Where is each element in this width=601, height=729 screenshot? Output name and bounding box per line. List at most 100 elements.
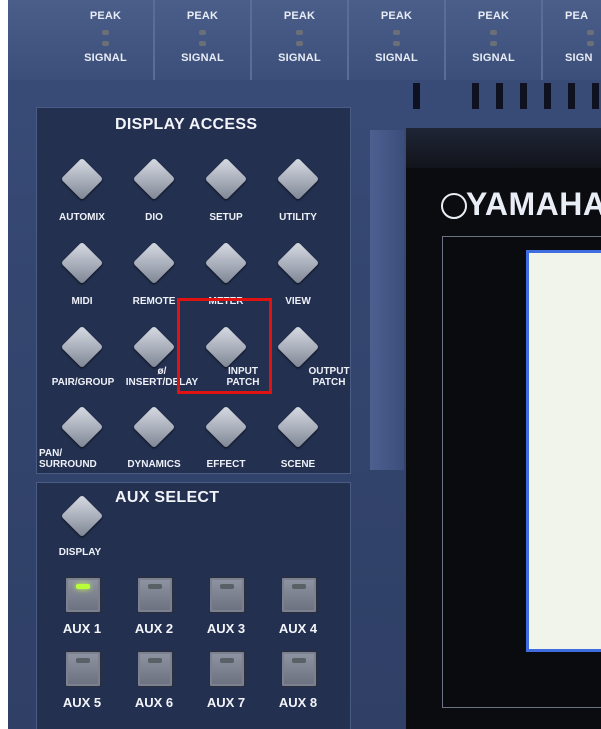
signal-led [587,41,594,46]
peak-label: PEAK [380,10,413,22]
dynamics-label: DYNAMICS [127,459,181,470]
aux-3-label: AUX 3 [206,621,246,636]
highlight-box [177,298,272,394]
peak-label: PEAK [186,10,219,22]
signal-label: SIGNAL [84,52,127,64]
aux-6-button[interactable] [137,651,173,687]
peak-label: PEA [565,10,589,22]
diamond-key-cap [60,157,104,201]
display-key[interactable] [59,493,105,539]
diamond-key-cap [276,405,320,449]
aux-7-led [220,658,234,663]
diamond-key-cap [132,325,176,369]
dio-label: DIO [145,212,163,223]
aux-select-title: AUX SELECT [115,489,220,506]
diamond-key-cap [132,405,176,449]
pan-surround-label: PAN/ SURROUND [39,448,97,470]
panel-rail [370,130,404,470]
dynamics-key[interactable] [131,404,177,450]
diamond-key-cap [204,157,248,201]
insert-delay-key[interactable] [131,324,177,370]
effect-key[interactable] [203,404,249,450]
screen-top-bar [406,128,601,168]
remote-key[interactable] [131,240,177,286]
signal-led [393,41,400,46]
diamond-key-cap [204,241,248,285]
aux-4-led [292,584,306,589]
aux-8-led [292,658,306,663]
dio-key[interactable] [131,156,177,202]
midi-label: MIDI [71,296,93,307]
channel-meter: PEAK SIGNAL [252,0,349,80]
signal-led [296,41,303,46]
effect-label: EFFECT [206,459,246,470]
diamond-key-cap [60,405,104,449]
automix-key[interactable] [59,156,105,202]
utility-key[interactable] [275,156,321,202]
diamond-key-cap [132,241,176,285]
peak-label: PEAK [477,10,510,22]
signal-led [490,41,497,46]
aux-1-led [76,584,90,589]
display-label: DISPLAY [58,547,102,558]
aux-7-button[interactable] [209,651,245,687]
fader-slot [592,83,599,109]
aux-3-button[interactable] [209,577,245,613]
peak-led [490,30,497,35]
brand-label: YAMAHA [466,186,601,222]
signal-label: SIGNAL [472,52,515,64]
scene-key[interactable] [275,404,321,450]
fader-slot [568,83,575,109]
meter-strip: PEAK SIGNAL PEAK SIGNAL PEAK SIGNAL PEAK… [8,0,601,80]
aux-5-button[interactable] [65,651,101,687]
channel-meter: PEAK SIGNAL [446,0,543,80]
aux-6-label: AUX 6 [134,695,174,710]
signal-label: SIGNAL [278,52,321,64]
aux-8-button[interactable] [281,651,317,687]
signal-label: SIGN [565,52,593,64]
signal-label: SIGNAL [181,52,224,64]
aux-7-label: AUX 7 [206,695,246,710]
aux-8-label: AUX 8 [278,695,318,710]
display-access-title: DISPLAY ACCESS [115,116,258,133]
setup-key[interactable] [203,156,249,202]
aux-select-section: AUX SELECT DISPLAY AUX 1 AUX 2 AUX 3 AUX… [36,482,351,729]
peak-led [102,30,109,35]
pan-surround-key[interactable] [59,404,105,450]
diamond-key-cap [132,157,176,201]
peak-led [587,30,594,35]
peak-led [296,30,303,35]
meter-key[interactable] [203,240,249,286]
aux-1-button[interactable] [65,577,101,613]
signal-led [102,41,109,46]
display-access-section: DISPLAY ACCESS AUTOMIX DIO SETUP UTILITY… [36,107,351,474]
fader-slot [544,83,551,109]
fader-slot [413,83,420,109]
fader-slot [520,83,527,109]
aux-3-led [220,584,234,589]
midi-key[interactable] [59,240,105,286]
aux-4-label: AUX 4 [278,621,318,636]
output-patch-key[interactable] [275,324,321,370]
scene-label: SCENE [280,459,316,470]
channel-meter: PEAK SIGNAL [349,0,446,80]
pair-group-label: PAIR/GROUP [51,377,115,388]
setup-label: SETUP [209,212,243,223]
aux-2-button[interactable] [137,577,173,613]
view-key[interactable] [275,240,321,286]
aux-4-button[interactable] [281,577,317,613]
diamond-key-cap [60,325,104,369]
peak-led [393,30,400,35]
diamond-key-cap [276,325,320,369]
diamond-key-cap [60,494,104,538]
fader-slot [496,83,503,109]
pair-group-key[interactable] [59,324,105,370]
console-panel: PEAK SIGNAL PEAK SIGNAL PEAK SIGNAL PEAK… [8,0,601,729]
utility-label: UTILITY [279,212,317,223]
channel-meter: PEAK SIGNAL [155,0,252,80]
aux-2-label: AUX 2 [134,621,174,636]
peak-label: PEAK [89,10,122,22]
diamond-key-cap [276,157,320,201]
lcd-display[interactable] [526,250,601,652]
signal-label: SIGNAL [375,52,418,64]
